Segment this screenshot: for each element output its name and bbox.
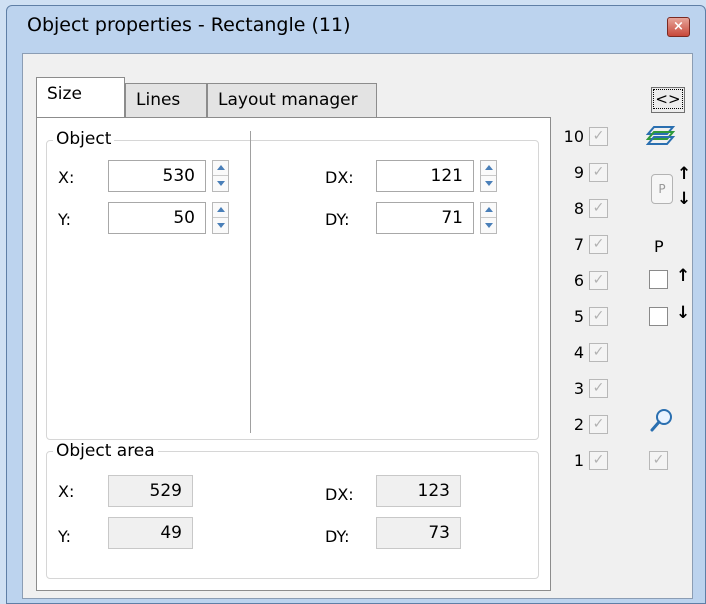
layer-checkbox-5[interactable]: ✓ <box>589 307 608 326</box>
group-divider <box>250 131 251 433</box>
p-label: P <box>654 237 664 256</box>
object-area-group-title: Object area <box>53 442 158 460</box>
area-x-label: X: <box>58 482 75 501</box>
spin-up-icon[interactable] <box>213 161 228 176</box>
size-panel: Object X: 530 Y: 50 DX: 121 DY: 71 Objec… <box>36 117 551 591</box>
close-button[interactable]: × <box>667 17 690 37</box>
object-dy-field[interactable]: 71 <box>376 202 474 234</box>
object-x-field[interactable]: 530 <box>108 160 206 192</box>
spin-down-icon[interactable] <box>481 176 496 191</box>
code-toggle-button[interactable]: <> <box>651 87 685 113</box>
object-x-label: X: <box>58 168 75 187</box>
area-dy-label: DY: <box>325 527 350 546</box>
area-dy-value: 73 <box>376 517 461 549</box>
arrow-down-icon: ↓ <box>677 189 692 209</box>
dialog-client: Size Lines Layout manager Object X: 530 … <box>22 53 693 599</box>
layer-checkbox-3[interactable]: ✓ <box>589 379 608 398</box>
spin-up-icon[interactable] <box>481 203 496 218</box>
layer-label-7: 7 <box>573 235 584 254</box>
area-dx-label: DX: <box>325 485 354 504</box>
title-bar[interactable]: Object properties - Rectangle (11) × <box>7 6 705 46</box>
layer-checkbox-4[interactable]: ✓ <box>589 343 608 362</box>
layer-checkbox-8[interactable]: ✓ <box>589 199 608 218</box>
layer-label-8: 8 <box>573 199 584 218</box>
spin-up-icon[interactable] <box>481 161 496 176</box>
window-title: Object properties - Rectangle (11) <box>27 14 351 36</box>
spin-down-icon[interactable] <box>213 176 228 191</box>
layer-checkbox-6[interactable]: ✓ <box>589 271 608 290</box>
layer-checkbox-9[interactable]: ✓ <box>589 163 608 182</box>
layer-label-10: 10 <box>563 127 584 146</box>
tab-layout-manager[interactable]: Layout manager <box>207 83 377 117</box>
layer-label-2: 2 <box>573 415 584 434</box>
zoom-icon[interactable] <box>649 407 675 433</box>
move-down-checkbox[interactable] <box>649 307 668 326</box>
layer-label-1: 1 <box>573 451 584 470</box>
layer-label-5: 5 <box>573 307 584 326</box>
code-toggle-label: <> <box>653 89 683 109</box>
object-dy-spinner[interactable] <box>480 202 497 234</box>
layer-checkbox-10[interactable]: ✓ <box>589 127 608 146</box>
layer-checkbox-2[interactable]: ✓ <box>589 415 608 434</box>
object-dx-field[interactable]: 121 <box>376 160 474 192</box>
layer-label-9: 9 <box>573 163 584 182</box>
layer-checkbox-7[interactable]: ✓ <box>589 235 608 254</box>
object-dx-label: DX: <box>325 168 354 187</box>
layers-icon[interactable] <box>645 124 676 148</box>
layer-label-3: 3 <box>573 379 584 398</box>
object-area-group <box>46 451 539 579</box>
area-y-label: Y: <box>58 527 72 546</box>
object-y-spinner[interactable] <box>212 202 229 234</box>
move-up-checkbox[interactable] <box>649 270 668 289</box>
priority-button[interactable]: P <box>651 174 673 204</box>
object-y-label: Y: <box>58 210 72 229</box>
spin-down-icon[interactable] <box>213 218 228 233</box>
dialog-window: Object properties - Rectangle (11) × Siz… <box>6 5 706 604</box>
spin-up-icon[interactable] <box>213 203 228 218</box>
area-x-value: 529 <box>108 475 193 507</box>
spin-down-icon[interactable] <box>481 218 496 233</box>
object-group-title: Object <box>53 130 115 148</box>
arrow-down-icon: ↓ <box>676 303 691 323</box>
tab-lines[interactable]: Lines <box>125 83 207 117</box>
zoom-checkbox[interactable]: ✓ <box>649 451 668 470</box>
object-x-spinner[interactable] <box>212 160 229 192</box>
area-dx-value: 123 <box>376 475 461 507</box>
tab-size[interactable]: Size <box>36 77 125 117</box>
layer-checkbox-1[interactable]: ✓ <box>589 451 608 470</box>
close-icon: × <box>673 19 684 34</box>
object-y-field[interactable]: 50 <box>108 202 206 234</box>
arrow-up-icon: ↑ <box>676 266 691 286</box>
object-dy-label: DY: <box>325 210 350 229</box>
layer-label-6: 6 <box>573 271 584 290</box>
arrow-up-icon: ↑ <box>677 164 692 184</box>
layer-label-4: 4 <box>573 343 584 362</box>
object-dx-spinner[interactable] <box>480 160 497 192</box>
area-y-value: 49 <box>108 517 193 549</box>
